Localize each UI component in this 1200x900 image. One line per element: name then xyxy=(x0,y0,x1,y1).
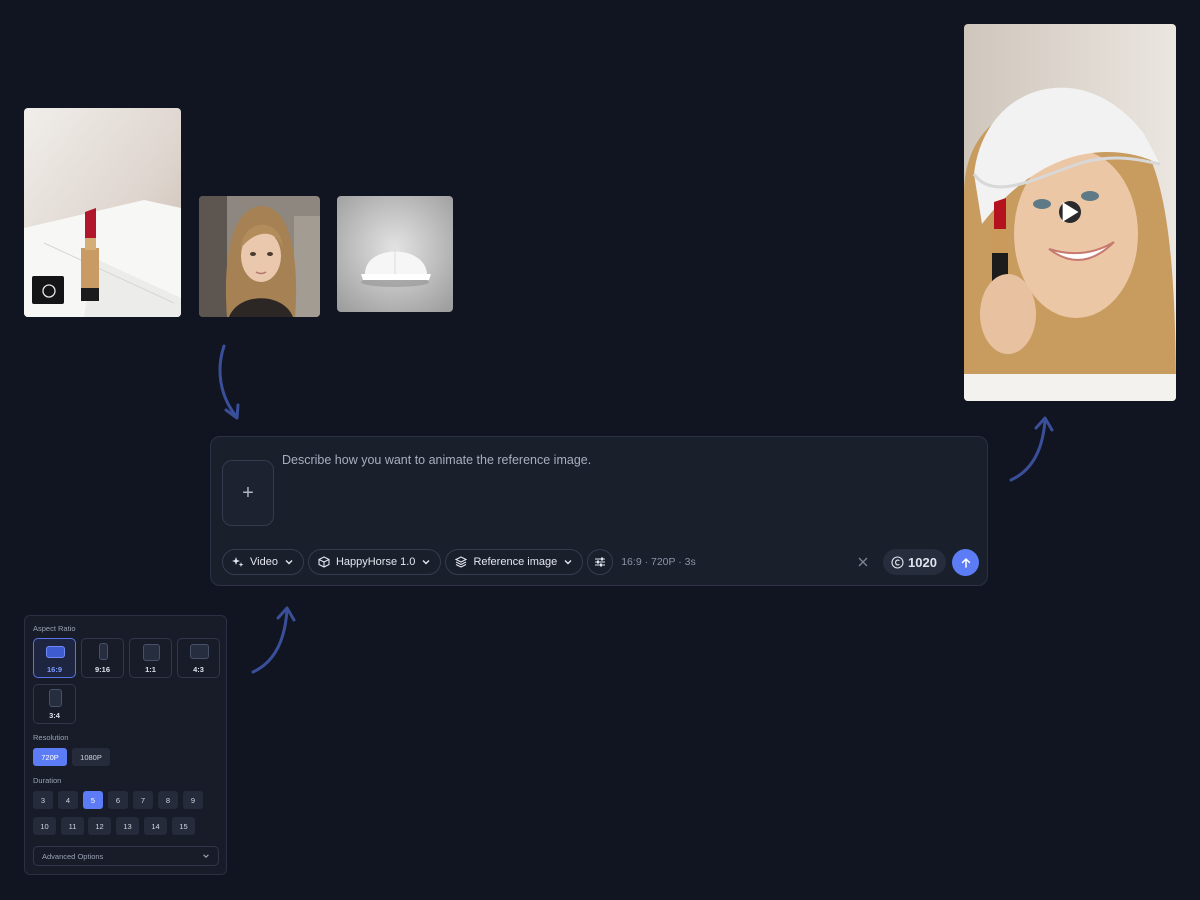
model-select[interactable]: HappyHorse 1.0 xyxy=(307,549,442,575)
sliders-icon xyxy=(595,557,606,567)
woman-portrait-reference-image xyxy=(199,196,320,317)
credits-badge: 1020 xyxy=(883,549,946,575)
cube-icon xyxy=(318,556,330,568)
resolution-heading: Resolution xyxy=(33,733,69,742)
duration-option[interactable]: 4 xyxy=(58,791,78,809)
duration-option[interactable]: 3 xyxy=(33,791,53,809)
play-icon[interactable] xyxy=(1059,201,1081,223)
chevron-down-icon xyxy=(203,854,209,858)
advanced-options-label: Advanced Options xyxy=(42,851,104,861)
aspect-ratio-heading: Aspect Ratio xyxy=(33,624,76,633)
mode-label: Video xyxy=(250,556,278,568)
input-type-select[interactable]: Reference image xyxy=(445,549,584,575)
chevron-down-icon xyxy=(285,560,293,565)
duration-option[interactable]: 8 xyxy=(158,791,178,809)
sparkle-icon xyxy=(232,557,244,567)
layers-icon xyxy=(455,556,468,568)
resolution-720p[interactable]: 720P xyxy=(33,748,67,766)
white-cap-reference-image xyxy=(337,196,453,312)
arrow-up-icon xyxy=(961,557,970,568)
duration-option[interactable]: 15 xyxy=(172,817,195,835)
arrow-up-right-icon xyxy=(251,606,296,674)
generation-settings-panel: Aspect Ratio 16:9 9:16 1:1 4:3 3:4 Resol… xyxy=(24,615,227,875)
settings-toggle-button[interactable] xyxy=(587,549,614,575)
settings-summary: 16:9 · 720P · 3s xyxy=(621,556,696,568)
copyright-icon xyxy=(891,555,904,569)
aspect-ratio-16-9[interactable]: 16:9 xyxy=(33,638,76,678)
credits-value: 1020 xyxy=(908,554,937,570)
duration-heading: Duration xyxy=(33,776,62,785)
aspect-ratio-3-4[interactable]: 3:4 xyxy=(33,684,76,724)
duration-option[interactable]: 12 xyxy=(88,817,111,835)
prompt-panel: + Describe how you want to animate the r… xyxy=(210,436,988,586)
duration-option[interactable]: 14 xyxy=(144,817,167,835)
duration-option[interactable]: 13 xyxy=(116,817,139,835)
resolution-1080p[interactable]: 1080P xyxy=(72,748,110,766)
send-button[interactable] xyxy=(952,549,979,576)
model-label: HappyHorse 1.0 xyxy=(335,556,416,568)
chevron-down-icon xyxy=(422,560,430,565)
prompt-toolbar: Video HappyHorse 1.0 Reference image 16:… xyxy=(222,549,696,575)
advanced-options-dropdown[interactable]: Advanced Options xyxy=(33,846,219,866)
lipstick-reference-image xyxy=(24,108,181,317)
mode-select[interactable]: Video xyxy=(222,549,304,575)
result-video-thumbnail[interactable] xyxy=(964,24,1176,401)
arrow-up-right-icon xyxy=(1009,416,1054,482)
add-reference-button[interactable]: + xyxy=(222,460,274,526)
input-type-label: Reference image xyxy=(473,556,558,568)
aspect-ratio-4-3[interactable]: 4:3 xyxy=(177,638,220,678)
plus-icon: + xyxy=(242,481,254,504)
duration-option[interactable]: 7 xyxy=(133,791,153,809)
duration-option[interactable]: 5 xyxy=(83,791,103,809)
close-icon[interactable] xyxy=(857,556,869,568)
aspect-ratio-1-1[interactable]: 1:1 xyxy=(129,638,172,678)
aspect-ratio-9-16[interactable]: 9:16 xyxy=(81,638,124,678)
duration-option[interactable]: 11 xyxy=(61,817,84,835)
prompt-input[interactable]: Describe how you want to animate the ref… xyxy=(282,453,591,467)
duration-option[interactable]: 9 xyxy=(183,791,203,809)
duration-option[interactable]: 10 xyxy=(33,817,56,835)
arrow-down-icon xyxy=(218,344,240,420)
duration-option[interactable]: 6 xyxy=(108,791,128,809)
chevron-down-icon xyxy=(564,560,572,565)
